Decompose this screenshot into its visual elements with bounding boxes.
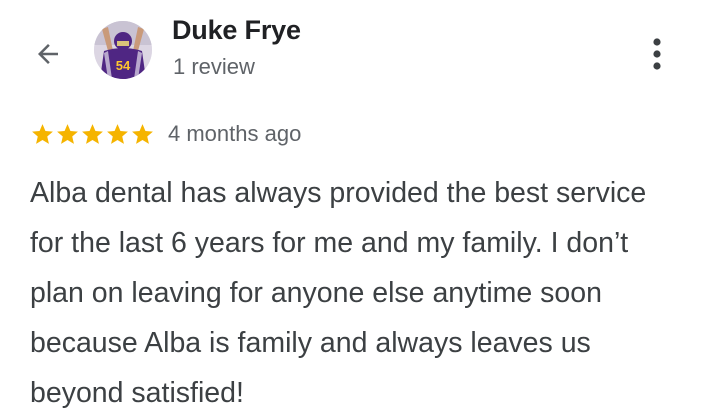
star-icon <box>82 123 103 144</box>
reviewer-name[interactable]: Duke Frye <box>172 15 301 46</box>
review-count: 1 review <box>173 54 255 79</box>
avatar[interactable]: 54 <box>94 21 152 79</box>
more-vert-icon <box>653 38 661 70</box>
rating-row: 4 months ago <box>30 118 301 150</box>
back-button[interactable] <box>30 36 66 72</box>
arrow-left-icon <box>38 44 58 64</box>
review-text: Alba dental has always provided the best… <box>30 177 647 409</box>
star-icon <box>107 123 128 144</box>
star-icon <box>132 123 153 144</box>
review-date: 4 months ago <box>168 121 302 146</box>
more-options-button[interactable] <box>640 34 674 74</box>
avatar-image: 54 <box>94 21 152 79</box>
review-header: 54 Duke Frye 1 review <box>0 0 706 100</box>
star-icon <box>57 123 78 144</box>
star-icon <box>32 123 53 144</box>
star-rating <box>30 122 155 147</box>
jersey-number: 54 <box>116 58 131 73</box>
